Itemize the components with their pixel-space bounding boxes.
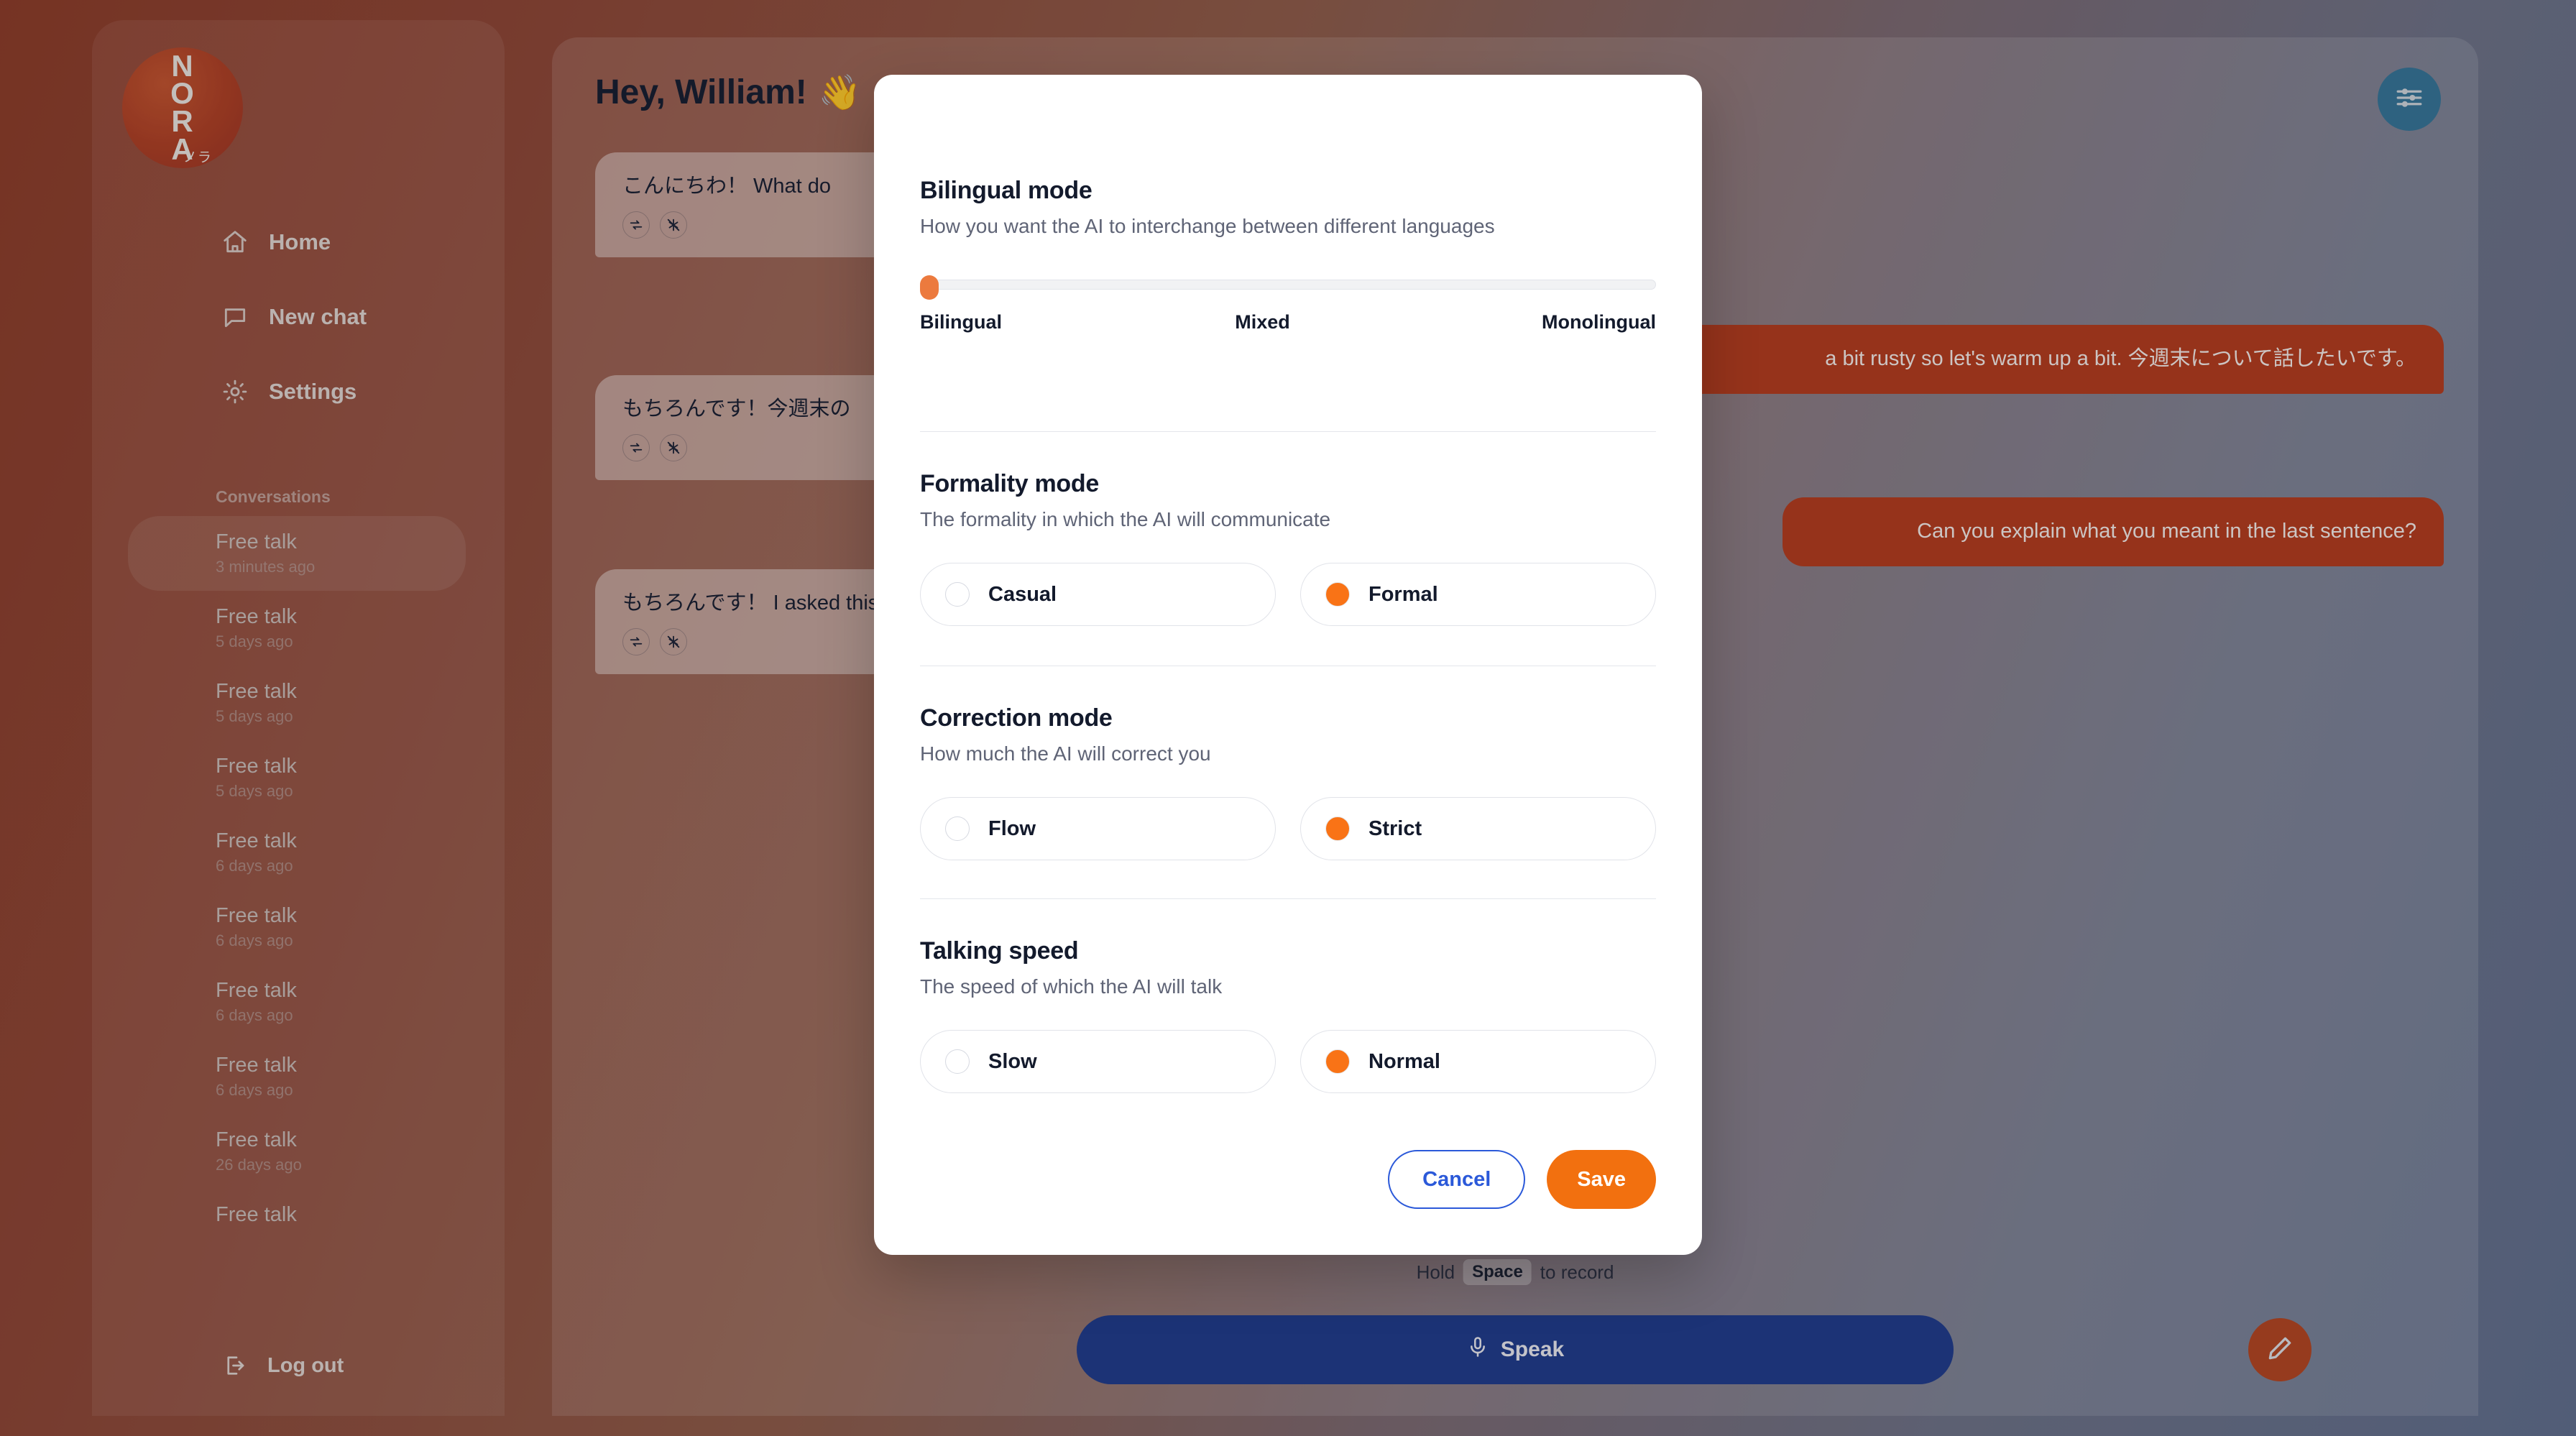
section-formality-mode: Formality mode The formality in which th… [920, 470, 1656, 626]
option-label: Normal [1368, 1049, 1440, 1073]
radio-icon [945, 816, 970, 841]
bilingual-slider[interactable] [920, 275, 1656, 300]
slider-label-left: Bilingual [920, 311, 1002, 333]
option-label: Casual [988, 582, 1057, 606]
slider-track[interactable] [920, 280, 1656, 290]
option-label: Flow [988, 816, 1036, 840]
modal-actions: Cancel Save [1388, 1150, 1656, 1209]
formality-options: Casual Formal [920, 563, 1656, 626]
divider [920, 431, 1656, 432]
slider-label-middle: Mixed [1235, 311, 1290, 333]
section-title: Correction mode [920, 704, 1113, 732]
option-flow[interactable]: Flow [920, 797, 1276, 860]
option-label: Formal [1368, 582, 1438, 606]
radio-icon-selected [1325, 816, 1350, 841]
section-description: The formality in which the AI will commu… [920, 508, 1331, 530]
option-slow[interactable]: Slow [920, 1030, 1276, 1093]
option-casual[interactable]: Casual [920, 563, 1276, 626]
cancel-button[interactable]: Cancel [1388, 1150, 1526, 1209]
option-label: Strict [1368, 816, 1422, 840]
option-formal[interactable]: Formal [1300, 563, 1656, 626]
option-label: Slow [988, 1049, 1037, 1073]
speed-options: Slow Normal [920, 1030, 1656, 1093]
radio-icon [945, 582, 970, 607]
section-title: Formality mode [920, 470, 1099, 497]
radio-icon-selected [1325, 582, 1350, 607]
correction-options: Flow Strict [920, 797, 1656, 860]
slider-label-right: Monolingual [1542, 311, 1656, 333]
section-description: The speed of which the AI will talk [920, 975, 1223, 998]
section-title: Bilingual mode [920, 177, 1092, 204]
section-bilingual-mode: Bilingual mode How you want the AI to in… [920, 177, 1656, 333]
section-correction-mode: Correction mode How much the AI will cor… [920, 704, 1656, 860]
section-talking-speed: Talking speed The speed of which the AI … [920, 937, 1656, 1093]
section-description: How you want the AI to interchange betwe… [920, 215, 1495, 237]
section-title: Talking speed [920, 937, 1079, 965]
divider [920, 898, 1656, 899]
section-description: How much the AI will correct you [920, 742, 1211, 765]
option-normal[interactable]: Normal [1300, 1030, 1656, 1093]
slider-labels: Bilingual Mixed Monolingual [920, 311, 1656, 333]
save-button[interactable]: Save [1547, 1150, 1656, 1209]
radio-icon [945, 1049, 970, 1074]
settings-modal: Bilingual mode How you want the AI to in… [874, 75, 1702, 1255]
option-strict[interactable]: Strict [1300, 797, 1656, 860]
slider-thumb[interactable] [920, 275, 939, 300]
radio-icon-selected [1325, 1049, 1350, 1074]
